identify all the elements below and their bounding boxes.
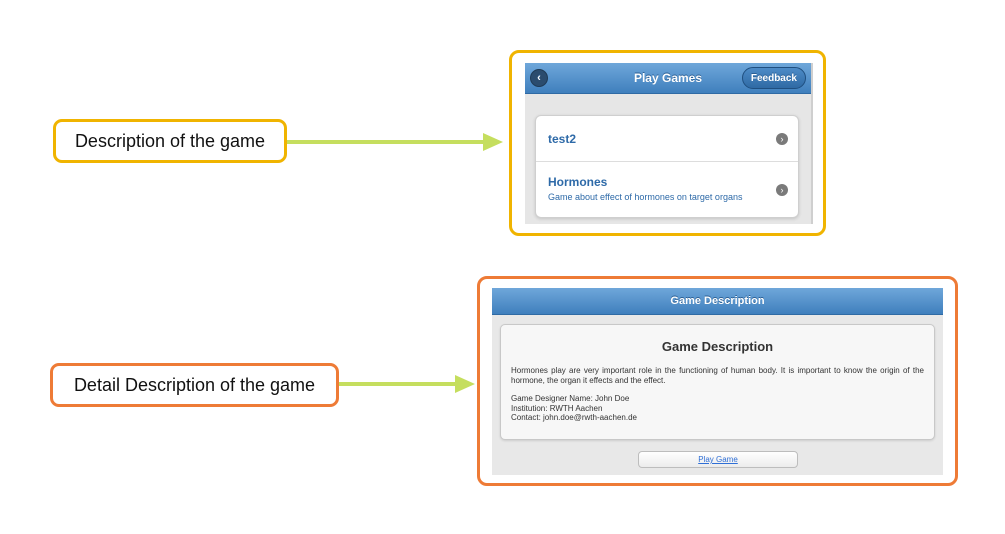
play-game-button[interactable]: Play Game — [638, 451, 798, 468]
arrow-to-play-games — [287, 133, 503, 151]
play-games-header: ‹ Play Games Feedback — [525, 63, 811, 94]
arrow-to-game-description — [339, 375, 475, 393]
callout-detail-description: Detail Description of the game — [50, 363, 339, 407]
designer-name: Game Designer Name: John Doe — [511, 394, 630, 403]
game-description-header: Game Description — [492, 288, 943, 315]
play-games-frame: ‹ Play Games Feedback test2 › Hormones G… — [509, 50, 826, 236]
callout-game-description: Description of the game — [53, 119, 287, 163]
play-games-screen: ‹ Play Games Feedback test2 › Hormones G… — [525, 63, 813, 224]
contact: Contact: john.doe@rwth-aachen.de — [511, 413, 637, 422]
feedback-button[interactable]: Feedback — [741, 67, 806, 89]
list-item-hormones[interactable]: Hormones Game about effect of hormones o… — [536, 161, 798, 217]
game-description-box: Game Description Hormones play are very … — [500, 324, 935, 440]
chevron-left-icon: ‹ — [537, 71, 541, 84]
list-item-subtitle: Game about effect of hormones on target … — [548, 192, 743, 202]
callout-game-description-text: Description of the game — [74, 130, 266, 151]
list-item-test2[interactable]: test2 › — [536, 116, 798, 161]
description-heading: Game Description — [661, 339, 774, 354]
list-item-title: test2 — [548, 131, 577, 146]
game-description-frame: Game Description Game Description Hormon… — [477, 276, 958, 486]
back-button[interactable]: ‹ — [530, 69, 548, 87]
game-description-screen: Game Description Game Description Hormon… — [492, 288, 943, 475]
callout-detail-description-text: Detail Description of the game — [73, 374, 316, 395]
description-text: Hormones play are very important role in… — [511, 366, 924, 385]
play-games-title: Play Games — [633, 71, 703, 85]
list-item-title: Hormones — [548, 175, 608, 189]
chevron-right-icon: › — [776, 132, 788, 145]
designer-info: Game Designer Name: John Doe Institution… — [511, 394, 924, 423]
chevron-right-icon: › — [776, 183, 788, 196]
games-list: test2 › Hormones Game about effect of ho… — [535, 115, 799, 218]
institution: Institution: RWTH Aachen — [511, 403, 603, 413]
